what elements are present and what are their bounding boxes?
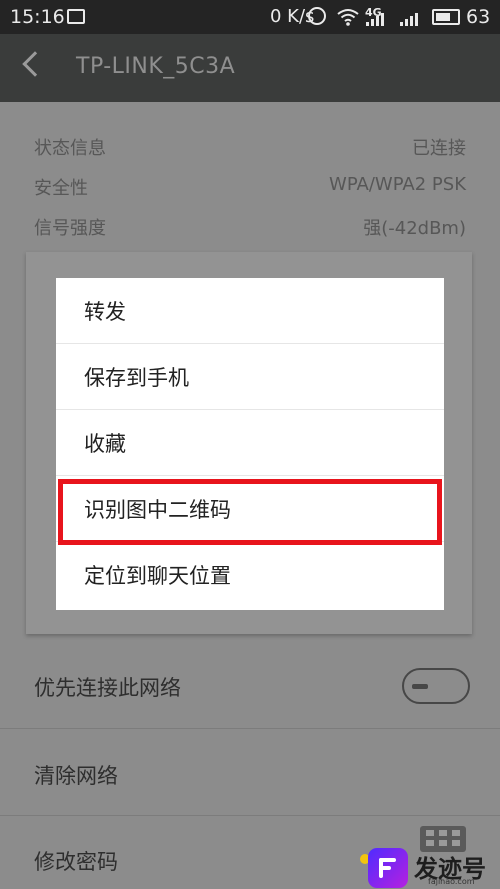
- info-row-security: 安全性 WPA/WPA2 PSK: [34, 174, 466, 204]
- info-label: 状态信息: [34, 138, 106, 159]
- app-header: TP-LINK_5C3A: [0, 34, 500, 102]
- priority-connect-toggle[interactable]: [402, 668, 470, 704]
- setting-forget-network[interactable]: 清除网络: [34, 760, 118, 790]
- watermark-logo-icon: [368, 848, 408, 888]
- menu-item-label: 收藏: [84, 432, 126, 456]
- menu-item-favorite[interactable]: 收藏: [56, 410, 444, 476]
- menu-item-label: 保存到手机: [84, 366, 189, 390]
- info-value: 已连接: [412, 138, 466, 159]
- info-row-signal: 信号强度 强(-42dBm): [34, 214, 466, 244]
- signal-bars-icon-2: [400, 10, 418, 26]
- status-bar: 15:16 0 K/s 4G 63: [0, 0, 500, 34]
- menu-item-label: 识别图中二维码: [84, 498, 231, 522]
- toggle-knob: [412, 684, 428, 689]
- setting-change-password[interactable]: 修改密码: [34, 846, 118, 876]
- menu-item-scan-qr-code[interactable]: 识别图中二维码: [56, 476, 444, 542]
- divider: [0, 728, 500, 729]
- wifi-icon: [337, 9, 359, 26]
- menu-item-save-to-phone[interactable]: 保存到手机: [56, 344, 444, 410]
- info-value: 强(-42dBm): [363, 218, 466, 239]
- menu-item-label: 转发: [84, 300, 126, 324]
- signal-bars-icon: [366, 10, 384, 26]
- watermark-site: fajihao.com: [428, 877, 475, 886]
- image-icon: [67, 9, 85, 24]
- info-label: 安全性: [34, 178, 88, 199]
- battery-icon: [432, 9, 460, 25]
- page-title: TP-LINK_5C3A: [76, 54, 236, 79]
- back-arrow-icon[interactable]: [22, 51, 48, 77]
- info-row-status: 状态信息 已连接: [34, 134, 466, 164]
- menu-item-label: 定位到聊天位置: [84, 564, 231, 588]
- divider: [0, 815, 500, 816]
- status-time: 15:16: [10, 6, 65, 28]
- watermark: 发迹号 fajihao.com: [360, 846, 500, 889]
- battery-level: 63: [466, 6, 491, 28]
- menu-item-forward[interactable]: 转发: [56, 278, 444, 344]
- info-label: 信号强度: [34, 218, 106, 239]
- menu-item-locate-in-chat[interactable]: 定位到聊天位置: [56, 542, 444, 608]
- alarm-icon: [308, 7, 326, 25]
- context-menu: 转发 保存到手机 收藏 识别图中二维码 定位到聊天位置: [56, 278, 444, 610]
- setting-priority-connect[interactable]: 优先连接此网络: [34, 672, 181, 702]
- info-value: WPA/WPA2 PSK: [329, 174, 466, 195]
